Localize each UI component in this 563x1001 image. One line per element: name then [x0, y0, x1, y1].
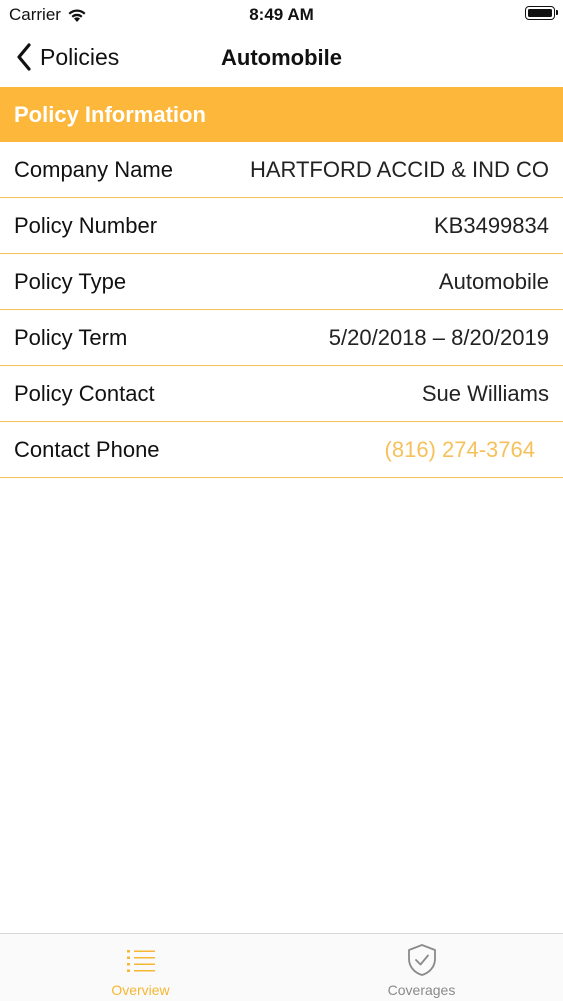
row-value: Automobile — [438, 268, 549, 294]
phone-link[interactable]: (816) 274-3764 — [385, 437, 549, 463]
row-label: Policy Number — [14, 212, 158, 238]
row-label: Policy Type — [14, 268, 127, 294]
tab-bar: Overview Coverages — [0, 933, 563, 1001]
row-label: Company Name — [14, 156, 173, 182]
tab-label: Overview — [111, 982, 170, 998]
shield-check-icon — [407, 944, 436, 976]
row-contact-phone: Contact Phone (816) 274-3764 — [0, 422, 563, 478]
status-bar: Carrier 8:49 AM — [0, 0, 563, 30]
row-policy-term: Policy Term 5/20/2018 – 8/20/2019 — [0, 310, 563, 366]
row-value: HARTFORD ACCID & IND CO — [249, 156, 549, 182]
row-policy-contact: Policy Contact Sue Williams — [0, 366, 563, 422]
list-icon — [126, 950, 155, 972]
navigation-bar: Policies Automobile — [0, 30, 563, 87]
tab-label: Coverages — [387, 982, 456, 998]
row-company-name: Company Name HARTFORD ACCID & IND CO — [0, 142, 563, 198]
section-header: Policy Information — [0, 87, 563, 142]
row-label: Policy Contact — [14, 380, 155, 406]
row-value: Sue Williams — [421, 380, 549, 406]
row-policy-number: Policy Number KB3499834 — [0, 198, 563, 254]
row-value: 5/20/2018 – 8/20/2019 — [328, 324, 549, 350]
page-title: Automobile — [221, 45, 342, 70]
battery-icon — [525, 6, 558, 20]
row-value: KB3499834 — [434, 212, 549, 238]
row-label: Contact Phone — [14, 436, 160, 462]
policy-info-list: Company Name HARTFORD ACCID & IND CO Pol… — [0, 142, 563, 478]
row-policy-type: Policy Type Automobile — [0, 254, 563, 310]
status-time: 8:49 AM — [249, 5, 314, 24]
tab-coverages[interactable]: Coverages — [281, 934, 562, 1001]
row-label: Policy Term — [14, 324, 128, 350]
tab-overview[interactable]: Overview — [0, 934, 281, 1001]
